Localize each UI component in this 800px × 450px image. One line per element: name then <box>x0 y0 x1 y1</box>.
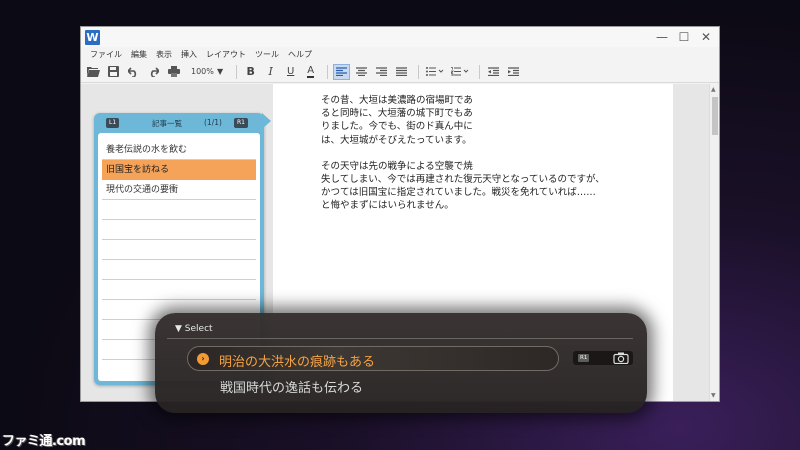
document-body[interactable]: その昔、大垣は美濃路の宿場町であ ると同時に、大垣藩の城下町でもあ りました。今… <box>321 94 641 213</box>
zoom-level[interactable]: 100% <box>191 67 217 76</box>
word-app-icon: W <box>85 30 100 45</box>
align-right-icon[interactable] <box>373 64 390 80</box>
menu-edit[interactable]: 編集 <box>131 49 147 60</box>
menu-tools[interactable]: ツール <box>255 49 279 60</box>
menu-view[interactable]: 表示 <box>156 49 172 60</box>
print-icon[interactable] <box>165 64 182 80</box>
toolbar-divider <box>418 64 420 79</box>
maximize-button[interactable]: ☐ <box>673 27 695 47</box>
article-list-count: (1/1) <box>204 118 222 127</box>
toolbar-divider <box>236 64 238 79</box>
menu-insert[interactable]: 挿入 <box>181 49 197 60</box>
scroll-up-icon[interactable]: ▲ <box>711 86 716 93</box>
menu-layout[interactable]: レイアウト <box>206 49 246 60</box>
save-icon[interactable] <box>105 64 122 80</box>
title-bar: W — ☐ ✕ <box>81 27 719 47</box>
list-item-selected[interactable]: 旧国宝を訪ねる <box>102 160 256 180</box>
window-controls: — ☐ ✕ <box>651 27 717 47</box>
undo-icon[interactable] <box>125 64 142 80</box>
underline-button[interactable]: U <box>282 64 299 80</box>
empty-list-row <box>102 260 256 280</box>
camera-r1-button[interactable]: R1 <box>573 351 633 365</box>
numbered-list-icon[interactable] <box>449 64 471 80</box>
panel-pointer <box>262 113 271 129</box>
menu-bar: ファイル 編集 表示 挿入 レイアウト ツール ヘルプ <box>81 47 719 61</box>
doc-line: は、大垣城がそびえたっています。 <box>321 134 472 146</box>
l1-button[interactable]: L1 <box>106 118 120 128</box>
doc-line: ると同時に、大垣藩の城下町でもあ <box>321 108 473 120</box>
minimize-button[interactable]: — <box>651 27 673 47</box>
bold-button[interactable]: B <box>242 64 259 80</box>
empty-list-row <box>102 280 256 300</box>
famitsu-logo: ファミ通.com <box>2 434 86 449</box>
menu-file[interactable]: ファイル <box>90 49 122 60</box>
toolbar-divider <box>479 64 481 79</box>
doc-line: 失してしまい、今では再建された復元天守となっているのですが、 <box>321 174 605 186</box>
doc-line: その天守は先の戦争による空襲で焼 <box>321 160 473 172</box>
doc-line: かつては旧国宝に指定されていました。戦災を免れていれば…… <box>321 187 596 199</box>
italic-button[interactable]: I <box>262 64 279 80</box>
empty-list-row <box>102 200 256 220</box>
bullet-list-icon[interactable] <box>424 64 446 80</box>
font-color-icon: A <box>307 64 315 78</box>
select-option-label: 明治の大洪水の痕跡もある <box>219 355 376 370</box>
align-left-icon[interactable] <box>333 63 351 80</box>
align-justify-icon[interactable] <box>393 64 410 80</box>
select-dialog: ▼ Select › 明治の大洪水の痕跡もある R1 戦国時代の逸話も伝わる <box>155 313 647 413</box>
doc-line: と悔やまずにはいられません。 <box>321 200 454 212</box>
r1-button[interactable]: R1 <box>234 118 248 128</box>
font-color-button[interactable]: A <box>302 64 319 80</box>
vertical-scrollbar[interactable]: ▲ ▼ <box>709 84 719 401</box>
outdent-icon[interactable] <box>485 64 502 80</box>
empty-list-row <box>102 220 256 240</box>
select-option[interactable]: 戦国時代の逸話も伝わる <box>220 377 363 396</box>
align-center-icon[interactable] <box>353 64 370 80</box>
open-folder-icon[interactable] <box>85 64 102 80</box>
list-item[interactable]: 養老伝説の水を飲む <box>102 140 256 160</box>
select-title: ▼ Select <box>175 324 213 334</box>
toolbar: 100% ▼ B I U A <box>81 61 719 83</box>
indent-icon[interactable] <box>505 64 522 80</box>
article-list-header: L1 記事一覧 (1/1) R1 <box>94 113 264 133</box>
scrollbar-thumb[interactable] <box>712 97 718 135</box>
article-list-title: 記事一覧 <box>152 119 182 128</box>
select-divider <box>167 338 633 339</box>
scroll-down-icon[interactable]: ▼ <box>711 392 716 399</box>
toolbar-divider <box>327 64 329 79</box>
chevron-down-icon[interactable]: ▼ <box>217 67 223 76</box>
doc-line: その昔、大垣は美濃路の宿場町であ <box>321 95 473 106</box>
empty-list-row <box>102 240 256 260</box>
r1-badge: R1 <box>578 354 590 362</box>
selection-arrow-icon: › <box>197 353 209 365</box>
list-item[interactable]: 現代の交通の要衝 <box>102 180 256 200</box>
camera-icon <box>613 352 629 364</box>
select-option-selected[interactable]: › 明治の大洪水の痕跡もある <box>187 346 559 371</box>
menu-help[interactable]: ヘルプ <box>288 49 312 60</box>
doc-line: りました。今でも、街のド真ん中に <box>321 121 473 133</box>
close-button[interactable]: ✕ <box>695 27 717 47</box>
redo-icon[interactable] <box>145 64 162 80</box>
